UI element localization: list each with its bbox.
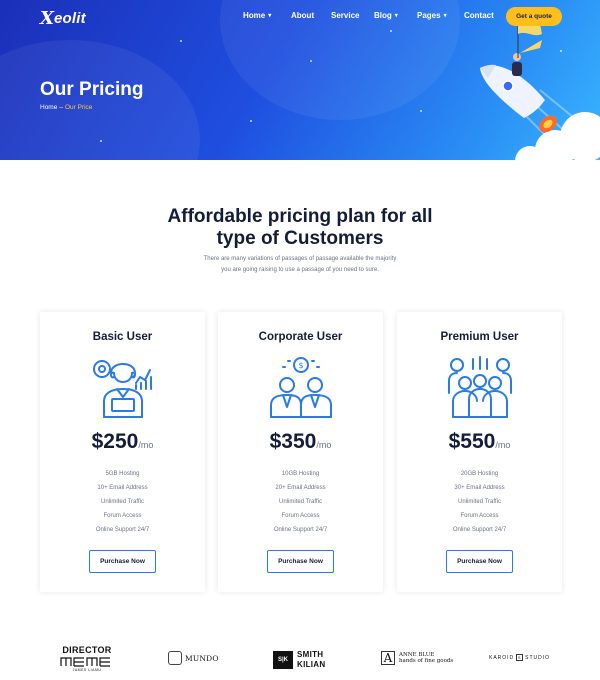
star-dot (420, 110, 422, 112)
pricing-card-basic: Basic User $250/mo 5GB Hosting 10+ Email… (40, 312, 205, 592)
brand-text: STUDIO (525, 654, 551, 661)
brand-title: DIRECTOR (62, 645, 112, 655)
feature-item: Forum Access (281, 513, 320, 519)
nav-label: Service (331, 11, 360, 20)
plan-name: Basic User (92, 331, 153, 343)
feature-list: 10GB Hosting 20+ Email Address Unlimited… (218, 467, 383, 537)
brand-line: SMITH (297, 650, 324, 659)
chevron-down-icon: ▾ (268, 12, 272, 19)
nav-label: About (291, 11, 315, 20)
nav-label: Blog (374, 11, 392, 20)
section-subtitle: There are many variations of passages of… (150, 254, 450, 276)
purchase-now-button[interactable]: Purchase Now (267, 550, 334, 573)
section-title-line: Affordable pricing plan for all (167, 206, 433, 227)
star-dot (180, 40, 182, 42)
pricing-card-corporate: Corporate User $ $350/mo 10GB Hosting 20… (218, 312, 383, 592)
feature-item: Unlimited Traffic (458, 499, 501, 505)
brand-logo-smith-kilian: S|K SMITH KILIAN (273, 650, 325, 670)
brand-text: KAROID (489, 654, 515, 661)
plan-price: $550/mo (397, 430, 562, 454)
purchase-now-button[interactable]: Purchase Now (89, 550, 156, 573)
feature-item: Unlimited Traffic (279, 499, 322, 505)
get-quote-button[interactable]: Get a quote (506, 7, 562, 26)
brand-logo-mundo: MUNDO (168, 651, 219, 665)
brand-line: KILIAN (297, 660, 326, 669)
star-dot (250, 120, 252, 122)
chevron-down-icon: ▾ (394, 12, 398, 19)
plan-name: Corporate User (258, 331, 343, 343)
section-title: Affordable pricing plan for all type of … (150, 206, 450, 250)
brand-logo-anne-blue: A ANNE BLUE hands of fine goods (381, 651, 453, 665)
price-period: /mo (495, 440, 511, 450)
pricing-card-premium: Premium User $550/mo 20GB Hosting 30+ Em… (397, 312, 562, 592)
nav-item-about[interactable]: About (291, 11, 331, 20)
brand-name: ANNE BLUE hands of fine goods (399, 652, 453, 664)
feature-item: Online Support 24/7 (273, 527, 328, 533)
brand-name: SMITH KILIAN (297, 650, 325, 670)
feature-list: 20GB Hosting 30+ Email Address Unlimited… (397, 467, 562, 537)
breadcrumb-separator: – (59, 104, 63, 111)
price-amount: $550 (448, 430, 496, 453)
brand-logo-director: DIRECTOR JAMES LIAMU (58, 645, 116, 672)
nav-item-service[interactable]: Service (331, 11, 374, 20)
feature-item: Online Support 24/7 (452, 527, 507, 533)
rocket-illustration-icon (480, 22, 596, 156)
chevron-down-icon: ▾ (443, 12, 447, 19)
logo-mark: X (40, 7, 54, 29)
logo[interactable]: X eolit (40, 7, 86, 29)
nav-item-contact[interactable]: Contact (464, 11, 504, 20)
plan-price: $250/mo (40, 430, 205, 454)
price-period: /mo (316, 440, 332, 450)
star-dot (310, 60, 312, 62)
feature-item: Online Support 24/7 (95, 527, 150, 533)
brand-mark: S (516, 654, 524, 661)
nav-label: Pages (417, 11, 441, 20)
plan-name: Premium User (440, 331, 519, 343)
feature-item: 20+ Email Address (275, 485, 326, 491)
section-title-line: type of Customers (216, 228, 384, 249)
plan-price: $350/mo (218, 430, 383, 454)
section-subtitle-line: There are many variations of passages of… (203, 256, 397, 262)
hero-banner: X eolit Home ▾ About Service Blog ▾ Page… (0, 0, 600, 160)
user-chart-icon (93, 360, 152, 418)
feature-item: Forum Access (103, 513, 142, 519)
logo-text: eolit (53, 9, 86, 27)
feature-item: 30+ Email Address (454, 485, 505, 491)
nav-label: Contact (464, 11, 494, 20)
nav-item-home[interactable]: Home ▾ (243, 11, 291, 20)
feature-item: Unlimited Traffic (101, 499, 144, 505)
price-amount: $350 (269, 430, 317, 453)
brand-bars-icon (60, 657, 110, 667)
brand-line: hands of fine goods (399, 658, 454, 664)
nav-label: Home (243, 11, 266, 20)
main-nav: Home ▾ About Service Blog ▾ Pages ▾ Cont… (243, 11, 504, 20)
star-dot (100, 140, 102, 142)
feature-item: Forum Access (460, 513, 499, 519)
brand-logo-karoid-studio: KAROID S STUDIO (489, 654, 550, 661)
brand-mark: A (381, 651, 395, 665)
brand-tagline: JAMES LIAMU (72, 668, 102, 672)
breadcrumb: Home – Our Price (40, 104, 92, 111)
nav-item-blog[interactable]: Blog ▾ (374, 11, 417, 20)
brand-name: MUNDO (185, 653, 219, 663)
price-period: /mo (138, 440, 154, 450)
svg-text:$: $ (298, 361, 303, 370)
star-dot (390, 30, 392, 32)
breadcrumb-home[interactable]: Home (40, 104, 57, 111)
feature-item: 10+ Email Address (97, 485, 148, 491)
feature-item: 20GB Hosting (460, 471, 499, 477)
purchase-now-button[interactable]: Purchase Now (446, 550, 513, 573)
feature-item: 10GB Hosting (281, 471, 320, 477)
feature-list: 5GB Hosting 10+ Email Address Unlimited … (40, 467, 205, 537)
business-partners-icon: $ (270, 357, 332, 418)
brand-ring-icon (168, 651, 182, 665)
feature-item: 5GB Hosting (105, 471, 140, 477)
page-title: Our Pricing (40, 79, 144, 100)
nav-item-pages[interactable]: Pages ▾ (417, 11, 464, 20)
breadcrumb-current: Our Price (64, 104, 93, 111)
section-subtitle-line: you are going raising to use a passage o… (221, 267, 379, 273)
price-amount: $250 (91, 430, 139, 453)
brand-mark: S|K (273, 651, 293, 669)
team-group-icon (448, 356, 512, 418)
